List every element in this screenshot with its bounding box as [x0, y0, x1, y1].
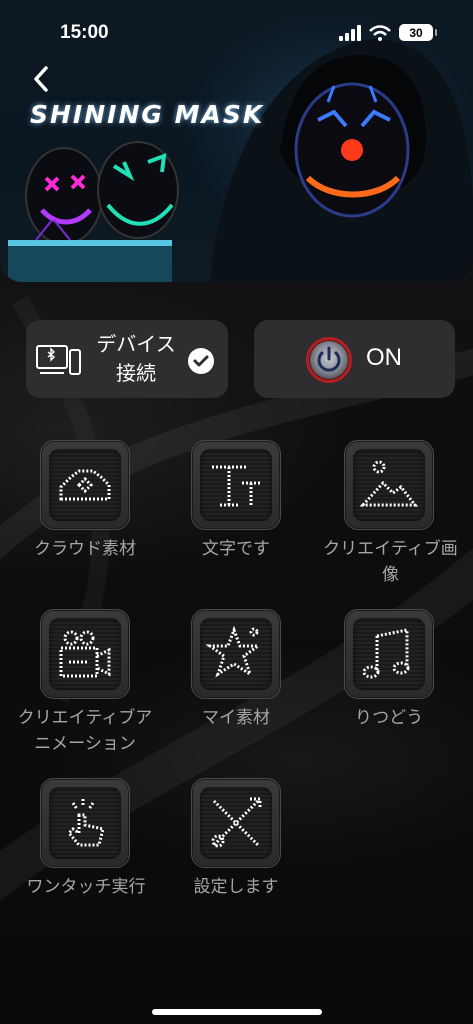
menu-tile-creative-image[interactable]	[344, 440, 434, 530]
header-banner: 15:00 30 SHINING MASK	[0, 0, 473, 282]
status-indicators: 30	[339, 24, 437, 41]
device-connect-text: デバイス 接続	[96, 332, 176, 385]
check-icon	[193, 355, 209, 367]
menu-label-my-material: マイ素材	[202, 708, 270, 728]
power-label: ON	[366, 344, 402, 371]
cellular-signal-icon	[339, 24, 361, 41]
power-toggle-button[interactable]: ON	[254, 320, 455, 398]
menu-label-text: 文字です	[202, 539, 270, 559]
device-bluetooth-icon	[36, 345, 81, 375]
cloud-icon	[59, 469, 111, 501]
menu-tile-creative-animation[interactable]	[40, 609, 130, 699]
check-circle-icon	[188, 348, 214, 374]
status-time: 15:00	[60, 22, 109, 43]
menu-tile-text[interactable]	[191, 440, 281, 530]
menu-tile-one-touch[interactable]	[40, 778, 130, 868]
menu-label-one-touch: ワンタッチ実行	[26, 877, 146, 897]
menu-label-cloud-material: クラウド素材	[34, 539, 136, 559]
wifi-icon	[369, 24, 391, 41]
battery-level: 30	[409, 25, 423, 40]
mountain-image-icon	[359, 460, 419, 507]
menu-tile-cloud-material[interactable]	[40, 440, 130, 530]
menu-label-settings: 設定します	[193, 877, 279, 897]
back-button[interactable]	[26, 62, 56, 96]
power-icon	[306, 337, 352, 383]
power-symbol-icon	[317, 346, 341, 372]
music-note-icon	[362, 628, 410, 679]
menu-label-rhythm: りつどう	[354, 708, 424, 728]
home-indicator[interactable]	[152, 1009, 322, 1015]
menu-tile-settings[interactable]	[191, 778, 281, 868]
chevron-left-icon	[34, 66, 48, 92]
menu-label-creative-image: クリエイティブ画像	[323, 539, 458, 585]
menu-tile-my-material[interactable]	[191, 609, 281, 699]
status-bar: 15:00 30	[0, 0, 473, 64]
star-icon	[205, 625, 263, 678]
video-camera-icon	[59, 630, 111, 678]
device-connect-label: デバイス 接続	[84, 330, 188, 388]
menu-tile-rhythm[interactable]	[344, 609, 434, 699]
text-icon	[212, 465, 260, 507]
tap-hand-icon	[66, 799, 105, 847]
menu-label-creative-animation: クリエイティブアニメーション	[17, 708, 153, 754]
battery-icon: 30	[399, 24, 437, 41]
tools-icon	[211, 797, 262, 848]
brand-title: SHINING MASK	[30, 100, 265, 129]
